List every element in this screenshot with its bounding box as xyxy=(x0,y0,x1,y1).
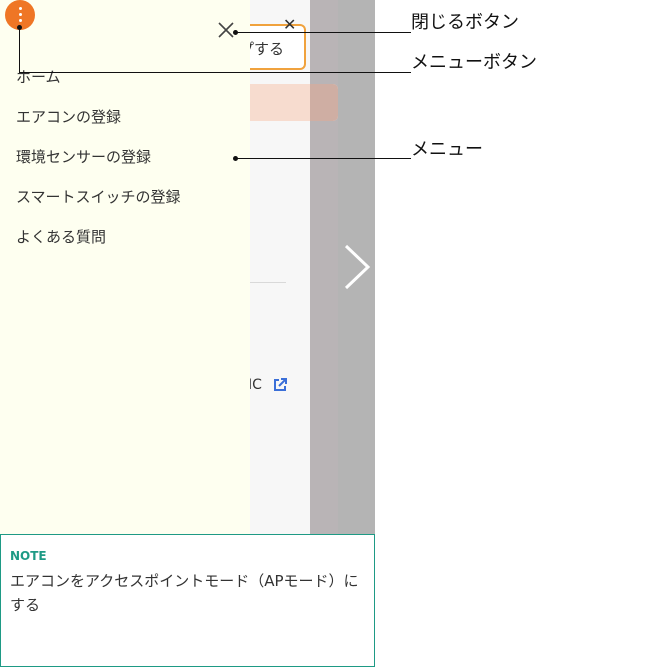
side-menu-drawer: ホーム エアコンの登録 環境センサーの登録 スマートスイッチの登録 よくある質問 xyxy=(0,0,250,534)
menu-button-leader-vertical xyxy=(19,28,20,72)
external-link-icon xyxy=(274,378,287,391)
menu-button-callout: メニューボタン xyxy=(411,52,537,73)
background-highlight-bar-shadow xyxy=(310,84,338,121)
close-button-leader xyxy=(236,32,411,33)
menu-callout: メニュー xyxy=(411,139,483,160)
background-divider xyxy=(250,282,286,283)
menu-item-register-aircon[interactable]: エアコンの登録 xyxy=(16,106,181,146)
note-label: NOTE xyxy=(10,549,47,563)
background-overlay xyxy=(310,0,338,534)
menu-item-register-env-sensor[interactable]: 環境センサーの登録 xyxy=(16,146,181,186)
menu-list: ホーム エアコンの登録 環境センサーの登録 スマートスイッチの登録 よくある質問 xyxy=(16,66,181,266)
chevron-right-icon[interactable] xyxy=(342,244,372,290)
note-text: エアコンをアクセスポイントモード（APモード）にする xyxy=(10,572,359,614)
menu-item-faq[interactable]: よくある質問 xyxy=(16,226,181,266)
menu-item-register-smart-switch[interactable]: スマートスイッチの登録 xyxy=(16,186,181,226)
background-link-text: IC xyxy=(248,377,262,393)
menu-leader xyxy=(236,158,411,159)
note-box: NOTE エアコンをアクセスポイントモード（APモード）にする xyxy=(0,534,375,667)
close-button-callout: 閉じるボタン xyxy=(411,12,519,33)
menu-button-leader xyxy=(19,72,411,73)
